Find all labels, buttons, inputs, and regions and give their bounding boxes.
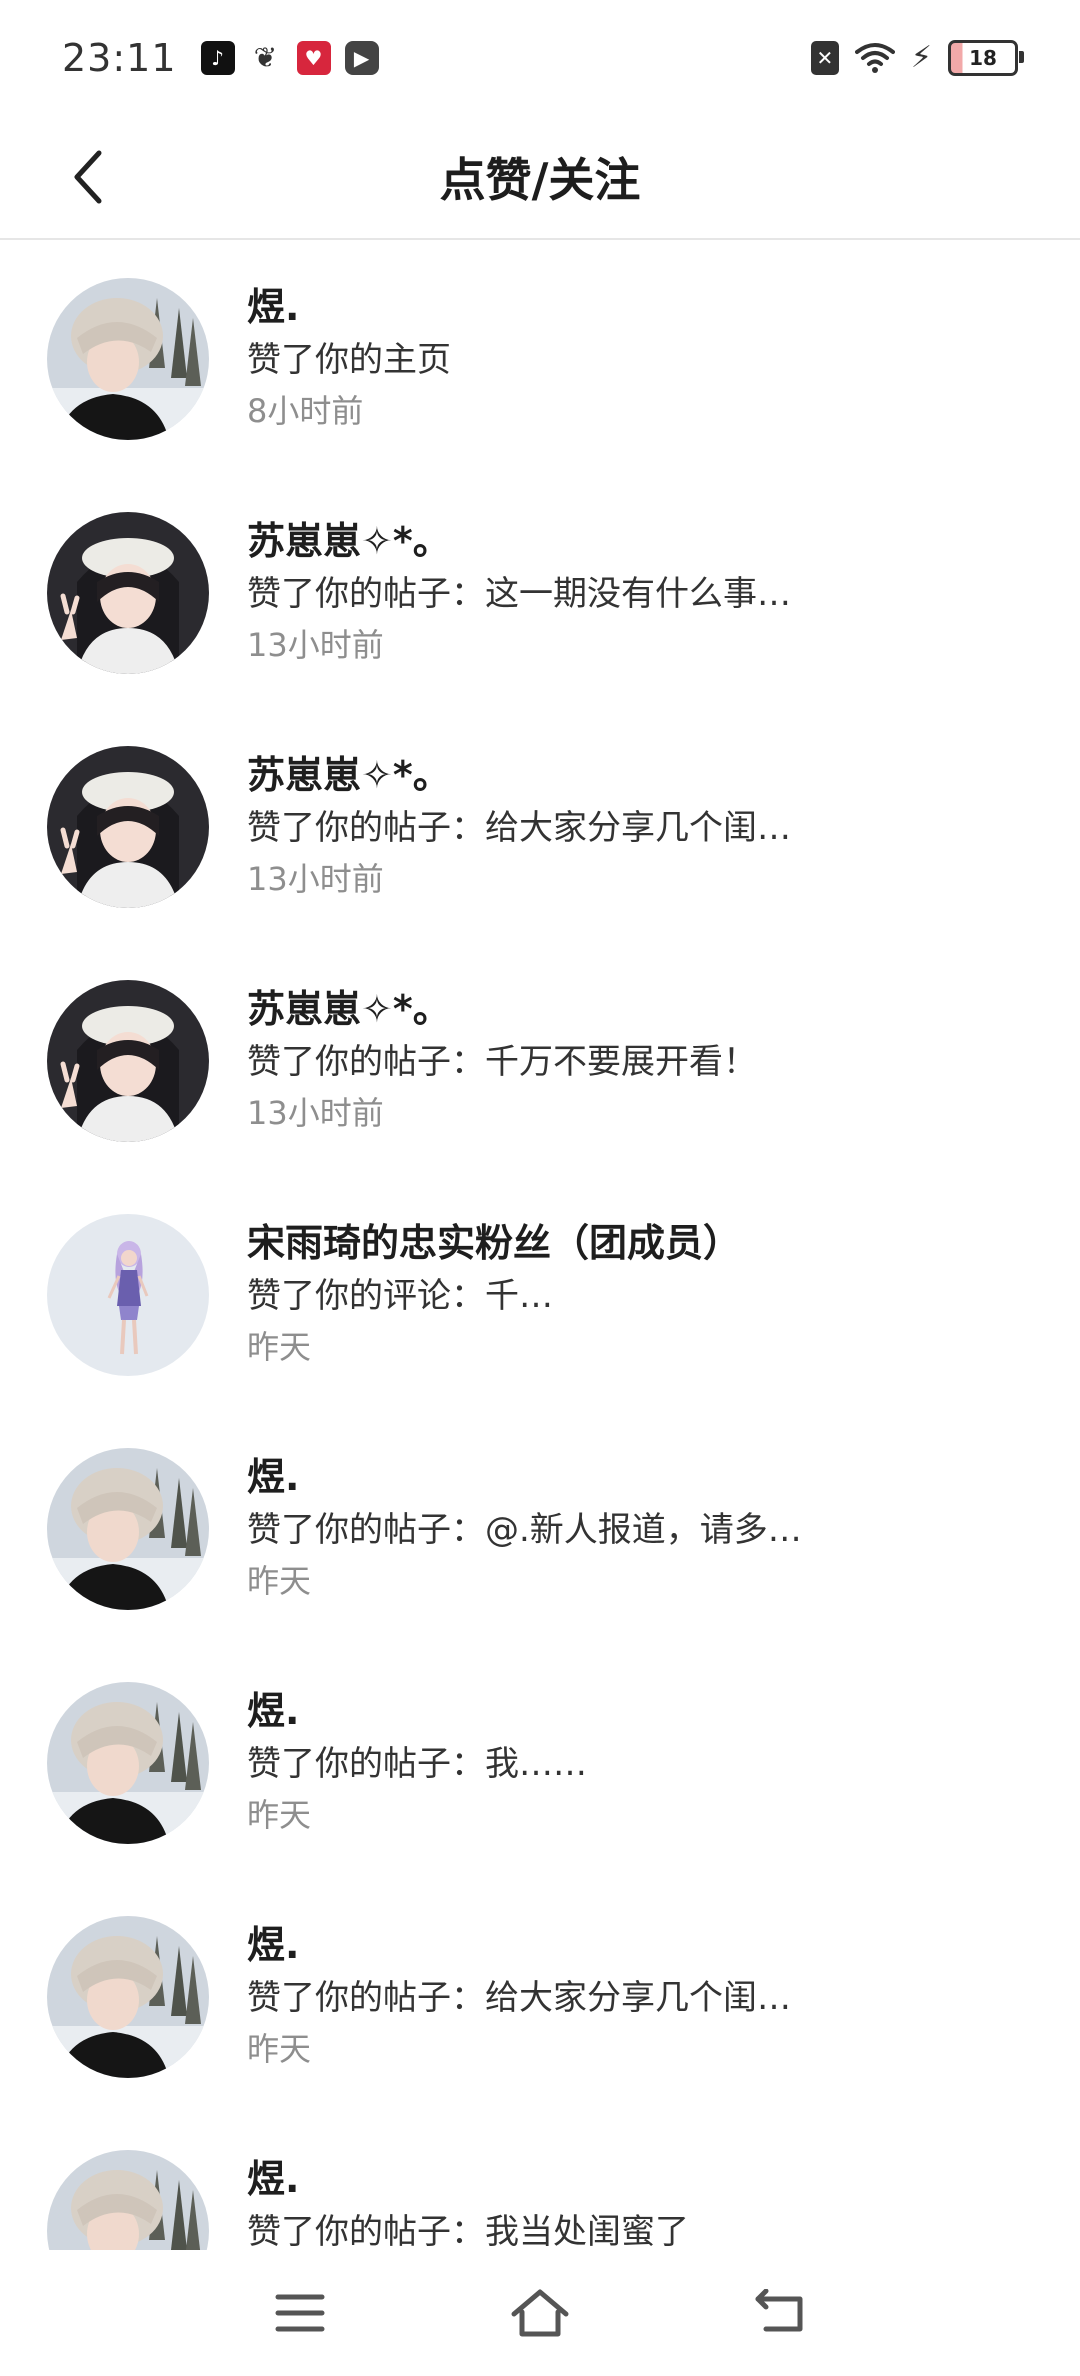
list-item[interactable]: 煜. 赞了你的帖子：我…… 昨天: [0, 1644, 1080, 1878]
user-photo: [47, 512, 209, 674]
activity-text: 赞了你的帖子：@.新人报道，请多…: [247, 1510, 802, 1550]
timestamp: 13小时前: [247, 1094, 384, 1132]
user-photo: [47, 278, 209, 440]
activity-text: 赞了你的帖子：给大家分享几个闺…: [247, 1978, 791, 2018]
activity-text: 赞了你的帖子：我……: [247, 1744, 587, 1784]
user-name[interactable]: 煜.: [247, 276, 299, 331]
user-photo: [47, 1682, 209, 1844]
list-item[interactable]: 苏崽崽✧*。赞了你的帖子：千万不要展开看！ 13小时前: [0, 942, 1080, 1176]
user-name[interactable]: 煜.: [247, 2148, 299, 2203]
status-bar: 23:11 ♪ ❦ ♥ ▶ ✕ ⚡ 18: [0, 0, 1080, 115]
list-item[interactable]: 煜. 赞了你的主页 8小时前: [0, 240, 1080, 474]
status-left: 23:11 ♪ ❦ ♥ ▶: [62, 36, 379, 80]
avatar[interactable]: [47, 512, 209, 674]
notification-list[interactable]: 煜. 赞了你的主页 8小时前 苏崽崽✧*。 赞了你的帖子：这一期没有什么事… 13小时前苏…: [0, 240, 1080, 2250]
system-nav-bar: [0, 2250, 1080, 2376]
user-name[interactable]: 苏崽崽✧*。: [247, 744, 451, 799]
list-item[interactable]: 煜. 赞了你的帖子：我当处闺蜜了: [0, 2112, 1080, 2250]
tiktok-icon: ♪: [200, 40, 235, 75]
activity-text: 赞了你的主页: [247, 340, 451, 380]
user-name[interactable]: 煜.: [247, 1446, 299, 1501]
user-name[interactable]: 苏崽崽✧*。: [247, 510, 451, 565]
menu-icon: [275, 2294, 325, 2332]
avatar[interactable]: [47, 2150, 209, 2250]
sim-off-icon: ✕: [810, 40, 839, 75]
back-nav-button[interactable]: [740, 2273, 820, 2353]
list-item[interactable]: 苏崽崽✧*。赞了你的帖子：这一期没有什么事… 13小时前: [0, 474, 1080, 708]
timestamp: 13小时前: [247, 626, 384, 664]
user-name[interactable]: 苏崽崽✧*。: [247, 978, 451, 1033]
list-item[interactable]: 苏崽崽✧*。赞了你的帖子：给大家分享几个闺… 13小时前: [0, 708, 1080, 942]
charging-icon: ⚡: [910, 40, 932, 75]
user-name[interactable]: 宋雨琦的忠实粉丝（团成员）: [247, 1212, 741, 1267]
home-icon: [511, 2289, 569, 2337]
user-photo: [47, 1448, 209, 1610]
back-icon: [755, 2289, 803, 2332]
user-photo: [47, 746, 209, 908]
user-photo: [47, 1916, 209, 2078]
timestamp: 昨天: [247, 1796, 312, 1834]
list-item[interactable]: 宋雨琦的忠实粉丝（团成员） 赞了你的评论：千… 昨天: [0, 1176, 1080, 1410]
timestamp: 13小时前: [247, 860, 384, 898]
activity-text: 赞了你的评论：千…: [247, 1276, 553, 1316]
avatar[interactable]: [47, 746, 209, 908]
avatar[interactable]: [47, 278, 209, 440]
avatar[interactable]: [47, 1916, 209, 2078]
timestamp: 昨天: [247, 1328, 312, 1366]
user-name[interactable]: 煜.: [247, 1680, 299, 1735]
fan-figure-illustration: [107, 1241, 149, 1355]
play-icon: ▶: [344, 40, 379, 75]
activity-text: 赞了你的帖子：千万不要展开看！: [247, 1042, 757, 1082]
user-name[interactable]: 煜.: [247, 1914, 299, 1969]
status-right: ✕ ⚡ 18: [810, 39, 1024, 76]
header: 点赞/关注: [0, 115, 1080, 240]
avatar[interactable]: [47, 1682, 209, 1844]
battery-level: 18: [969, 45, 997, 70]
timestamp: 昨天: [247, 1562, 312, 1600]
list-item[interactable]: 煜. 赞了你的帖子：给大家分享几个闺… 昨天: [0, 1878, 1080, 2112]
avatar[interactable]: [47, 1448, 209, 1610]
page-title: 点赞/关注: [439, 152, 641, 207]
user-photo: [47, 980, 209, 1142]
activity-text: 赞了你的帖子：我当处闺蜜了: [247, 2212, 689, 2250]
heart-badge-icon: ♥: [296, 40, 331, 75]
menu-button[interactable]: [260, 2273, 340, 2353]
avatar[interactable]: [47, 980, 209, 1142]
timestamp: 8小时前: [247, 392, 364, 430]
wifi-icon: [854, 42, 895, 73]
timestamp: 昨天: [247, 2030, 312, 2068]
home-button[interactable]: [500, 2273, 580, 2353]
user-photo: [47, 2150, 209, 2250]
list-item[interactable]: 煜. 赞了你的帖子：@.新人报道，请多… 昨天: [0, 1410, 1080, 1644]
activity-text: 赞了你的帖子：这一期没有什么事…: [247, 574, 791, 614]
avatar[interactable]: [47, 1214, 209, 1376]
status-time: 23:11: [62, 35, 177, 80]
leaf-icon: ❦: [253, 41, 278, 74]
battery-icon: 18: [948, 39, 1024, 76]
activity-text: 赞了你的帖子：给大家分享几个闺…: [247, 808, 791, 848]
